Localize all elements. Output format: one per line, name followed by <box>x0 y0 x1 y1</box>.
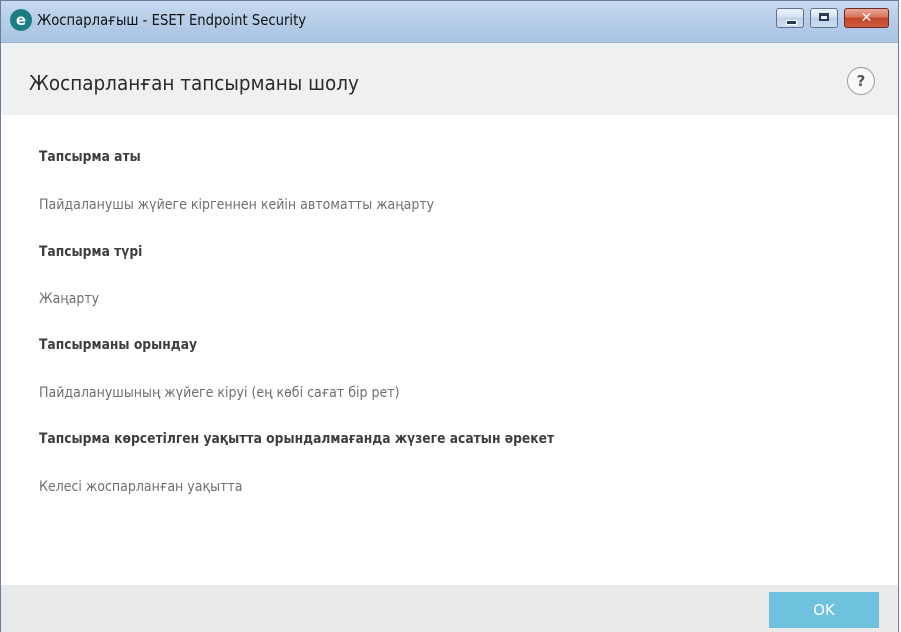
eset-logo-icon: e <box>10 9 32 31</box>
dialog-footer: OK <box>1 585 898 632</box>
task-name-value: Пайдаланушы жүйеге кіргеннен кейін автом… <box>39 197 435 213</box>
skipped-task-action-value: Келесі жоспарланған уақытта <box>39 479 243 495</box>
task-execution-value: Пайдаланушының жүйеге кіруі (ең көбі сағ… <box>39 385 400 401</box>
page-title: Жоспарланған тапсырманы шолу <box>29 71 359 95</box>
window-title: Жоспарлағыш - ESET Endpoint Security <box>37 11 307 29</box>
maximize-icon <box>819 13 829 21</box>
skipped-task-action-label: Тапсырма көрсетілген уақытта орындалмаға… <box>39 431 555 447</box>
close-icon: ✕ <box>860 10 873 26</box>
task-execution-label: Тапсырманы орындау <box>39 337 198 353</box>
close-button[interactable]: ✕ <box>844 8 889 28</box>
minimize-icon <box>786 20 797 25</box>
help-icon[interactable]: ? <box>847 67 875 95</box>
title-bar[interactable]: e Жоспарлағыш - ESET Endpoint Security ✕ <box>1 1 898 43</box>
task-overview-content: Тапсырма аты Пайдаланушы жүйеге кіргенне… <box>1 115 898 585</box>
dialog-header: Жоспарланған тапсырманы шолу ? <box>1 43 898 115</box>
minimize-button[interactable] <box>776 8 804 28</box>
ok-button[interactable]: OK <box>769 592 879 628</box>
maximize-button[interactable] <box>810 8 838 28</box>
task-name-label: Тапсырма аты <box>39 149 141 165</box>
task-type-label: Тапсырма түрі <box>39 244 143 260</box>
scheduler-window: e Жоспарлағыш - ESET Endpoint Security ✕… <box>0 0 899 632</box>
task-type-value: Жаңарту <box>39 291 100 307</box>
